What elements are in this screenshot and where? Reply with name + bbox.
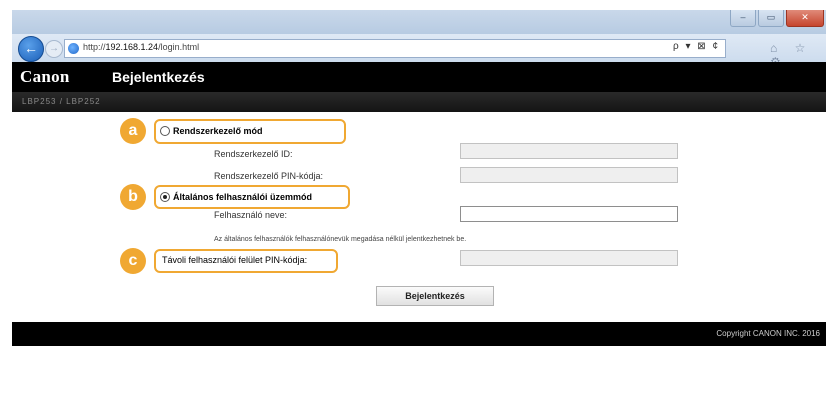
page-margin [0,0,12,400]
address-url[interactable]: http://192.168.1.24/login.html [83,42,199,52]
general-mode-radio[interactable] [160,192,170,202]
admin-id-label: Rendszerkezelő ID: [214,149,293,159]
callout-badge-c: c [120,248,146,274]
browser-toolbar: ← → http://192.168.1.24/login.html ρ ▾ ⊠… [12,34,826,69]
maximize-button[interactable]: ▭ [758,10,784,27]
canon-logo: Canon [20,67,70,86]
username-hint: Az általános felhasználók felhasználónev… [214,236,467,243]
callout-badge-b: b [120,184,146,210]
address-tools-icons[interactable]: ρ ▾ ⊠ ¢ [673,41,720,52]
page-favicon-icon [68,43,79,54]
remote-pin-input[interactable] [460,250,678,266]
page-footer: Copyright CANON INC. 2016 [12,322,826,346]
login-form: a Rendszerkezelő mód Rendszerkezelő ID: … [12,112,826,322]
admin-mode-label: Rendszerkezelő mód [173,126,263,136]
admin-mode-radio[interactable] [160,126,170,136]
admin-mode-option[interactable]: Rendszerkezelő mód [160,126,263,136]
username-label: Felhasználó neve: [214,210,288,220]
admin-pin-input[interactable] [460,167,678,183]
login-button[interactable]: Bejelentkezés [376,286,494,306]
admin-id-input[interactable] [460,143,678,159]
username-input[interactable] [460,206,678,222]
forward-arrow-icon[interactable]: → [45,40,63,58]
device-bar: LBP253 / LBP252 [12,92,826,112]
close-button[interactable]: ✕ [786,10,824,27]
admin-pin-label: Rendszerkezelő PIN-kódja: [214,171,324,181]
page-header: Canon Bejelentkezés [12,62,826,92]
window-controls: – ▭ ✕ [728,10,824,28]
back-arrow-icon[interactable]: ← [18,36,44,62]
remote-pin-label: Távoli felhasználói felület PIN-kódja: [162,255,308,265]
window-titlebar: – ▭ ✕ [12,10,826,34]
device-name: LBP253 / LBP252 [22,97,101,106]
page-title: Bejelentkezés [112,69,205,85]
minimize-button[interactable]: – [730,10,756,27]
copyright-text: Copyright CANON INC. 2016 [716,329,820,338]
general-mode-label: Általános felhasználói üzemmód [173,192,313,202]
callout-badge-a: a [120,118,146,144]
general-mode-option[interactable]: Általános felhasználói üzemmód [160,192,312,202]
address-bar[interactable]: http://192.168.1.24/login.html ρ ▾ ⊠ ¢ [64,39,726,58]
